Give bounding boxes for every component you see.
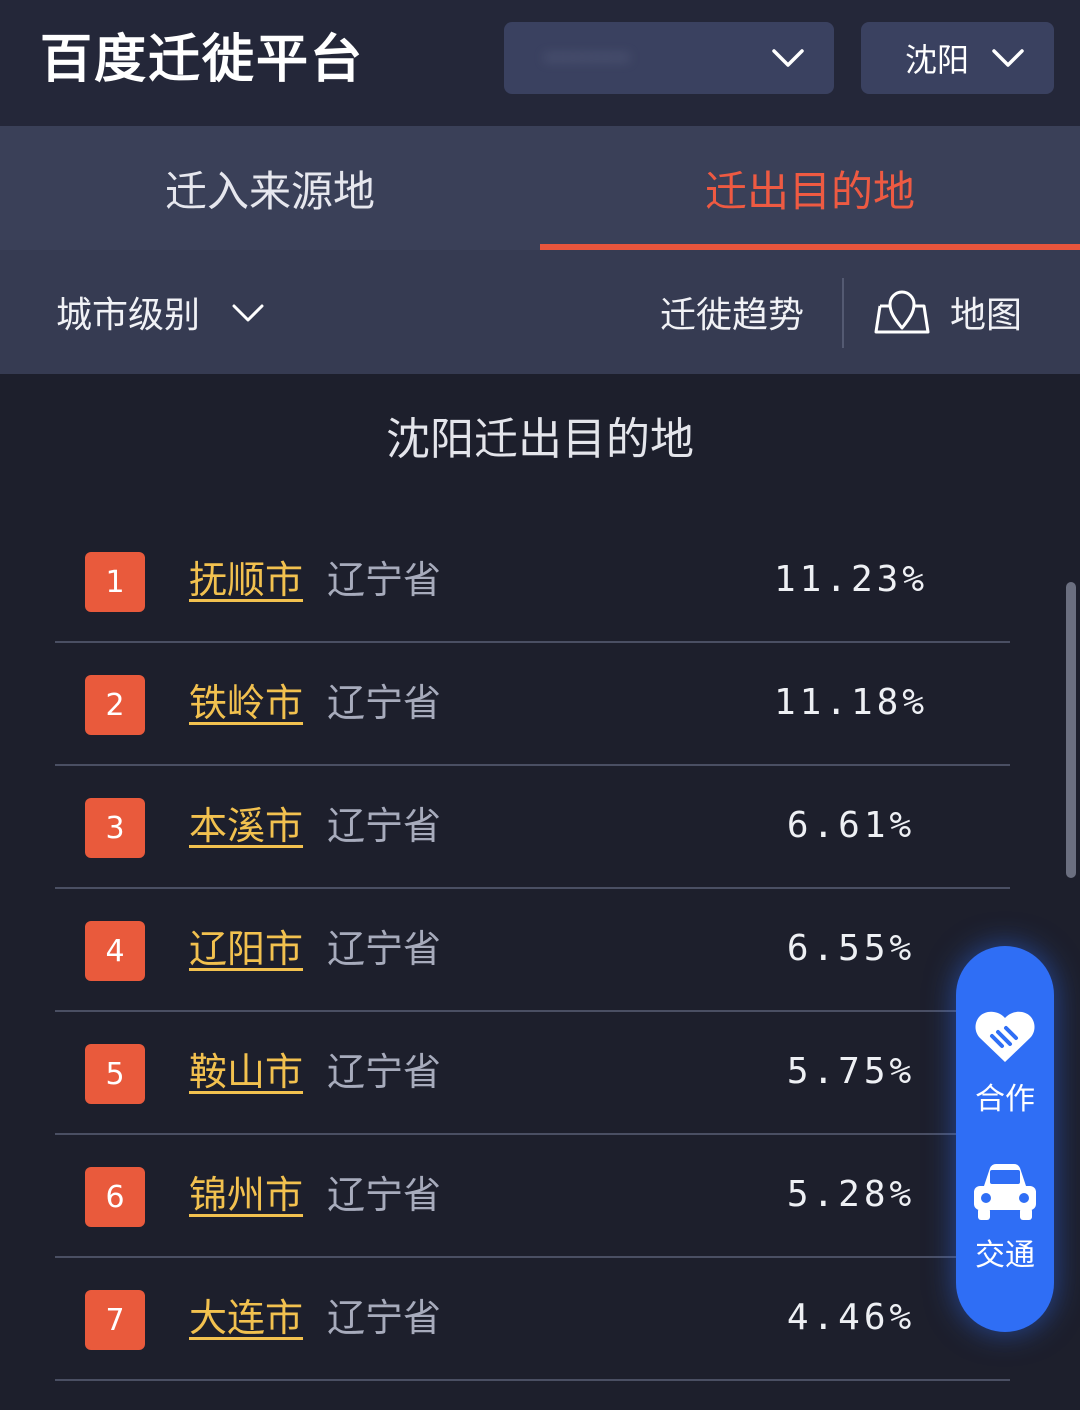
- list-title: 沈阳迁出目的地: [386, 414, 694, 465]
- city-link[interactable]: 鞍山市: [189, 1046, 303, 1098]
- blurred-dropdown-value: ·········: [544, 40, 630, 76]
- chevron-down-icon: [228, 292, 268, 332]
- filter-bar: 城市级别 迁徙趋势 地图: [0, 250, 1080, 374]
- province-label: 辽宁省: [327, 804, 442, 848]
- province-label: 辽宁省: [327, 558, 442, 602]
- percent-value: 5.75%: [786, 1051, 916, 1092]
- city-dropdown[interactable]: 沈阳: [861, 22, 1054, 94]
- scrollbar[interactable]: [1066, 582, 1076, 878]
- city-link[interactable]: 大连市: [189, 1292, 303, 1344]
- percent-value: 11.18%: [773, 682, 929, 723]
- city-dropdown-value: 沈阳: [905, 41, 970, 79]
- map-label: 地图: [950, 295, 1023, 336]
- tab-inbound-source[interactable]: 迁入来源地: [0, 126, 540, 250]
- province-label: 辽宁省: [327, 1296, 442, 1340]
- table-row[interactable]: 1 抚顺市 辽宁省 11.23%: [55, 520, 1010, 643]
- city-link[interactable]: 本溪市: [189, 800, 303, 852]
- cooperate-button[interactable]: 合作: [956, 1006, 1054, 1118]
- table-row[interactable]: 4 辽阳市 辽宁省 6.55%: [55, 889, 1010, 1012]
- tab-outbound-destination[interactable]: 迁出目的地: [540, 126, 1080, 250]
- percent-value: 6.61%: [786, 805, 916, 846]
- divider: [842, 278, 844, 348]
- rank-badge: 5: [85, 1044, 145, 1104]
- city-link[interactable]: 锦州市: [189, 1169, 303, 1221]
- car-icon: [974, 1164, 1036, 1220]
- percent-value: 4.46%: [786, 1297, 916, 1338]
- city-link[interactable]: 铁岭市: [189, 677, 303, 729]
- rank-badge: 7: [85, 1290, 145, 1350]
- map-pin-icon: [874, 290, 930, 334]
- blurred-dropdown[interactable]: ·········: [504, 22, 834, 94]
- city-level-dropdown[interactable]: 城市级别: [56, 250, 268, 374]
- app-logo: 百度迁徙平台: [40, 30, 365, 90]
- handshake-icon: [975, 1011, 1035, 1062]
- percent-value: 6.55%: [786, 928, 916, 969]
- city-link[interactable]: 抚顺市: [189, 554, 303, 606]
- cooperate-label: 合作: [975, 1082, 1035, 1117]
- province-label: 辽宁省: [327, 1173, 442, 1217]
- rank-badge: 4: [85, 921, 145, 981]
- migration-trend-button[interactable]: 迁徙趋势: [660, 250, 804, 374]
- province-label: 辽宁省: [327, 927, 442, 971]
- chevron-down-icon: [988, 38, 1028, 78]
- rank-badge: 2: [85, 675, 145, 735]
- rank-badge: 1: [85, 552, 145, 612]
- top-header: 百度迁徙平台 ········· 沈阳: [0, 0, 1080, 126]
- table-row[interactable]: 3 本溪市 辽宁省 6.61%: [55, 766, 1010, 889]
- percent-value: 5.28%: [786, 1174, 916, 1215]
- floating-action-panel: 合作 交通: [956, 946, 1054, 1332]
- city-level-label: 城市级别: [56, 295, 201, 336]
- traffic-button[interactable]: 交通: [956, 1160, 1054, 1274]
- city-link[interactable]: 辽阳市: [189, 923, 303, 975]
- traffic-label: 交通: [975, 1238, 1035, 1273]
- rank-badge: 3: [85, 798, 145, 858]
- rank-badge: 6: [85, 1167, 145, 1227]
- table-row[interactable]: 2 铁岭市 辽宁省 11.18%: [55, 643, 1010, 766]
- direction-tabs: 迁入来源地 迁出目的地: [0, 126, 1080, 250]
- map-button[interactable]: 地图: [872, 250, 1022, 374]
- province-label: 辽宁省: [327, 1050, 442, 1094]
- table-row[interactable]: 5 鞍山市 辽宁省 5.75%: [55, 1012, 1010, 1135]
- percent-value: 11.23%: [773, 559, 929, 600]
- destination-list: 1 抚顺市 辽宁省 11.23% 2 铁岭市 辽宁省 11.18% 3 本溪市 辽宁省 6.61% 4 辽…: [55, 520, 1010, 1381]
- table-row[interactable]: 7 大连市 辽宁省 4.46%: [55, 1258, 1010, 1381]
- chevron-down-icon: [768, 38, 808, 78]
- table-row[interactable]: 6 锦州市 辽宁省 5.28%: [55, 1135, 1010, 1258]
- province-label: 辽宁省: [327, 681, 442, 725]
